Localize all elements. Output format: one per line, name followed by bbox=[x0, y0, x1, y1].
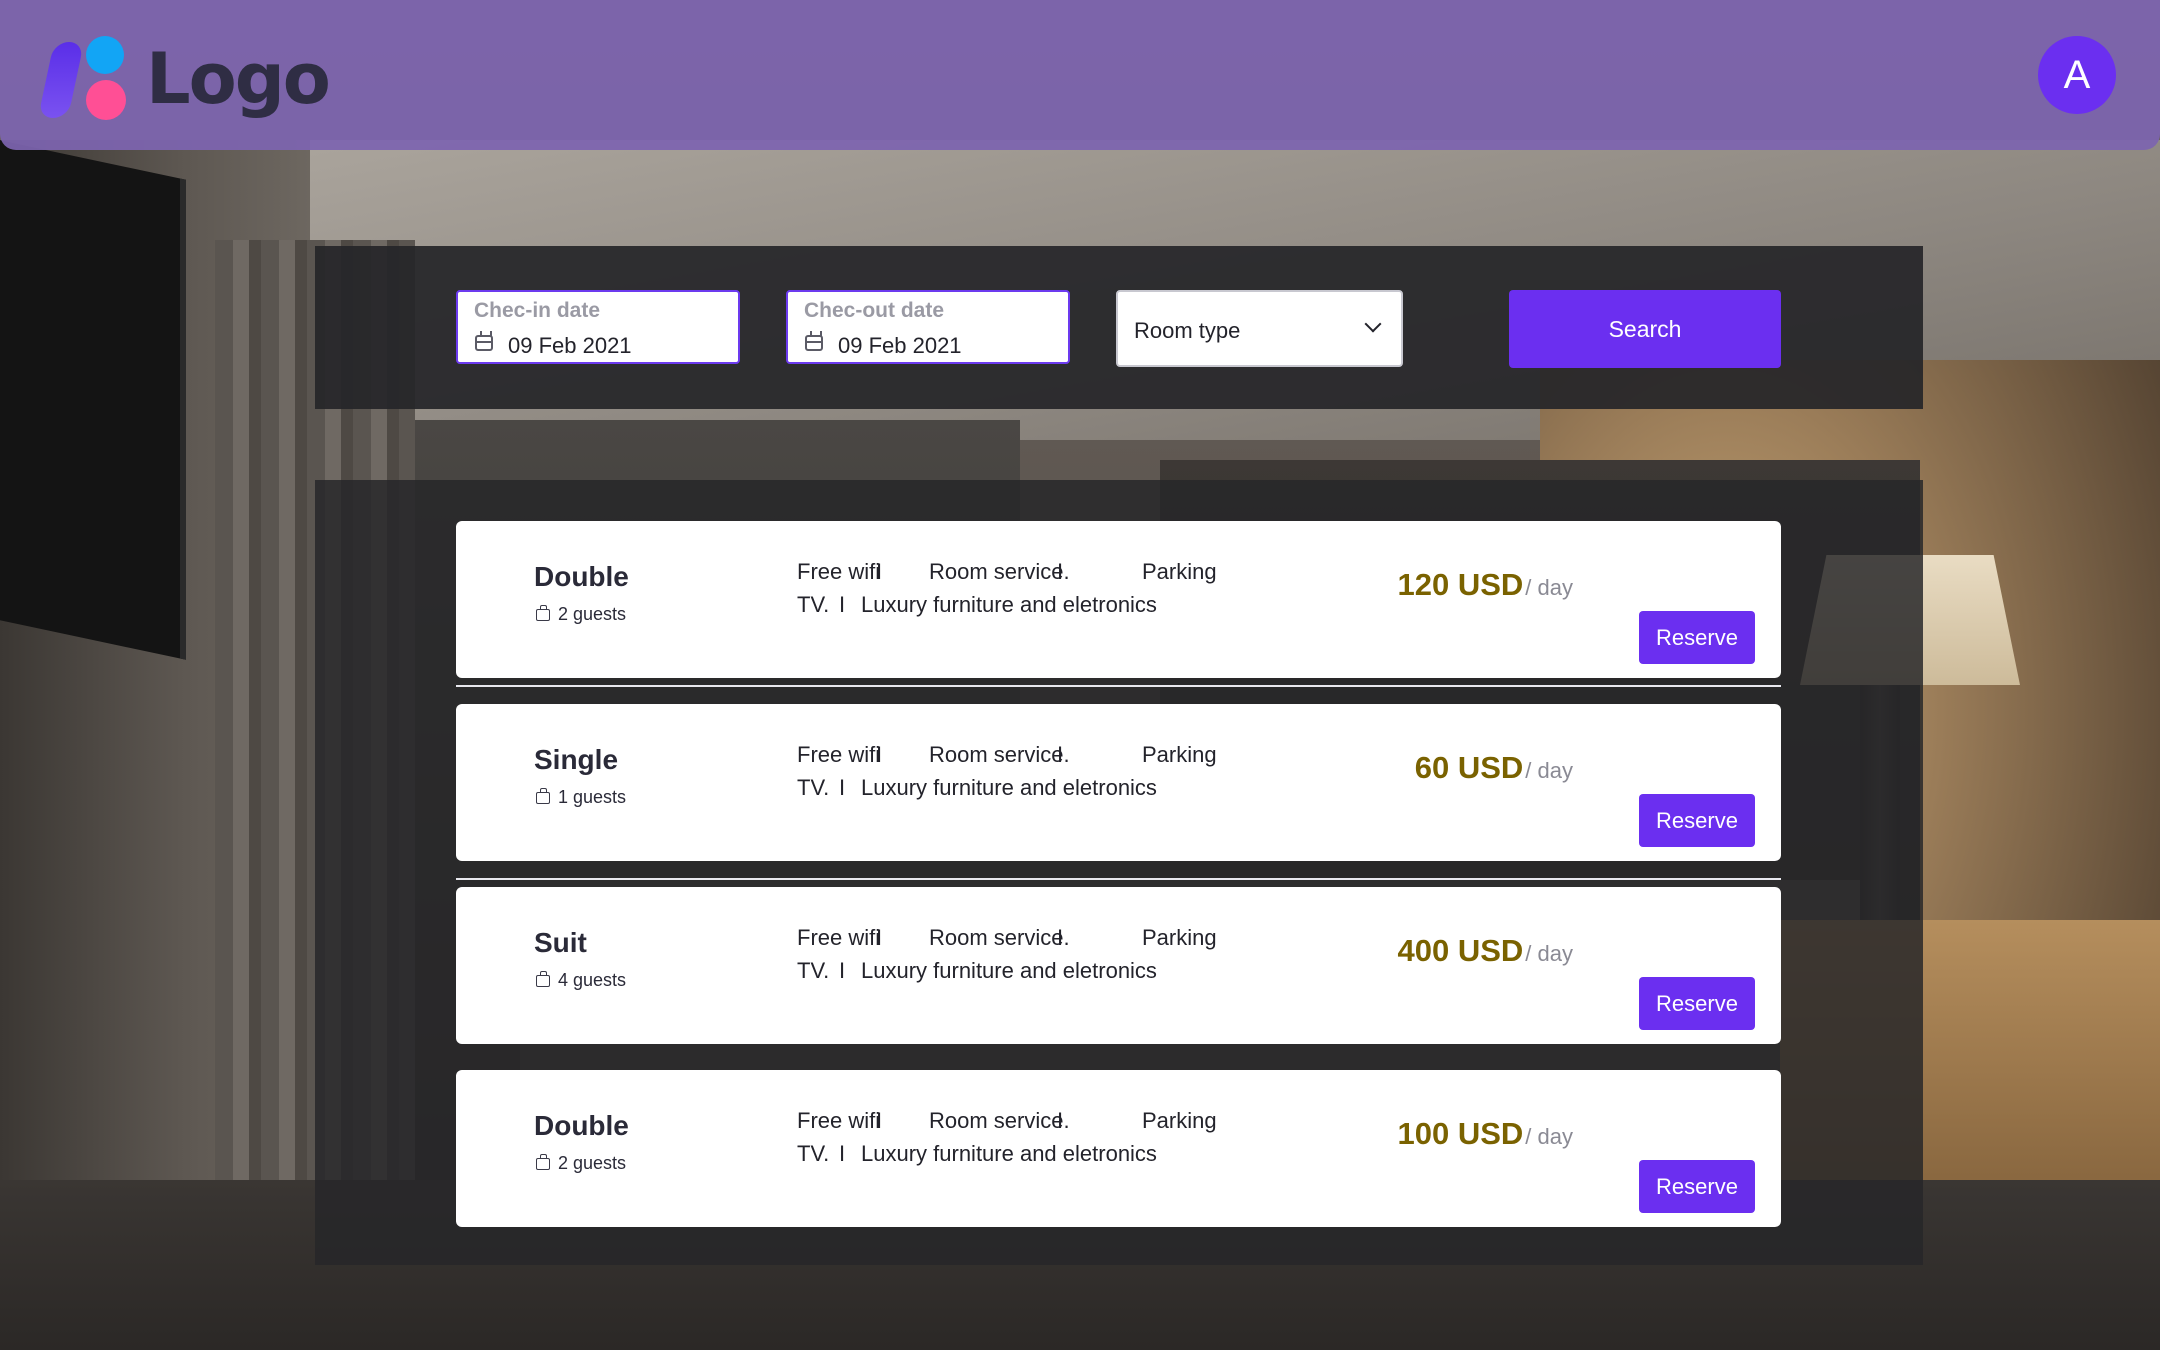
reserve-button[interactable]: Reserve bbox=[1639, 611, 1755, 664]
price: 120 USD / day bbox=[1398, 567, 1574, 603]
checkin-date-field[interactable]: Chec-in date 09 Feb 2021 bbox=[456, 290, 740, 364]
feature-wifi: Free wifi bbox=[797, 925, 881, 950]
feature-room-service: Room service. bbox=[929, 742, 1070, 767]
feature-furniture: Luxury furniture and eletronics bbox=[861, 775, 1157, 800]
results-panel: Double 2 guests Free wifi I Room service… bbox=[315, 480, 1923, 1265]
feature-parking: Parking bbox=[1142, 559, 1217, 584]
reserve-button[interactable]: Reserve bbox=[1639, 1160, 1755, 1213]
room-type-value: Room type bbox=[1134, 318, 1241, 343]
price-amount: 100 USD bbox=[1397, 1116, 1524, 1151]
feature-separator: I bbox=[876, 925, 883, 950]
search-panel: Chec-in date 09 Feb 2021 Chec-out date 0… bbox=[315, 246, 1923, 409]
checkout-date-field[interactable]: Chec-out date 09 Feb 2021 bbox=[786, 290, 1070, 364]
feature-separator: I bbox=[1057, 559, 1064, 584]
logo-text: Logo bbox=[146, 38, 331, 120]
divider bbox=[456, 685, 1781, 687]
guests-info: 4 guests bbox=[536, 970, 626, 991]
reserve-button[interactable]: Reserve bbox=[1639, 794, 1755, 847]
feature-separator: I bbox=[876, 1108, 883, 1133]
guests-info: 2 guests bbox=[536, 604, 626, 625]
price-unit: / day bbox=[1525, 575, 1573, 600]
room-card: Double 2 guests Free wifi I Room service… bbox=[456, 1070, 1781, 1227]
divider bbox=[456, 878, 1781, 880]
checkin-value: 09 Feb 2021 bbox=[508, 333, 632, 358]
checkout-value: 09 Feb 2021 bbox=[838, 333, 962, 358]
price: 400 USD / day bbox=[1398, 933, 1574, 969]
feature-room-service: Room service. bbox=[929, 559, 1070, 584]
feature-parking: Parking bbox=[1142, 1108, 1217, 1133]
luggage-icon bbox=[536, 604, 550, 621]
price-amount: 60 USD bbox=[1414, 750, 1524, 785]
price-amount: 400 USD bbox=[1397, 933, 1524, 968]
calendar-icon bbox=[805, 331, 823, 351]
room-type-select[interactable]: Room type bbox=[1116, 290, 1403, 367]
luggage-icon bbox=[536, 1153, 550, 1170]
feature-separator: I bbox=[1057, 742, 1064, 767]
feature-parking: Parking bbox=[1142, 925, 1217, 950]
checkin-label: Chec-in date bbox=[474, 299, 601, 322]
feature-tv: TV. bbox=[797, 958, 830, 983]
user-avatar[interactable]: A bbox=[2038, 36, 2116, 114]
guests-count: 2 guests bbox=[558, 1153, 627, 1173]
room-card: Double 2 guests Free wifi I Room service… bbox=[456, 521, 1781, 678]
checkout-label: Chec-out date bbox=[804, 299, 945, 322]
search-button[interactable]: Search bbox=[1509, 290, 1781, 368]
feature-parking: Parking bbox=[1142, 742, 1217, 767]
price-amount: 120 USD bbox=[1397, 567, 1524, 602]
feature-separator: I bbox=[839, 592, 846, 617]
feature-room-service: Room service. bbox=[929, 925, 1070, 950]
feature-tv: TV. bbox=[797, 775, 830, 800]
price-unit: / day bbox=[1525, 758, 1573, 783]
feature-separator: I bbox=[839, 958, 846, 983]
luggage-icon bbox=[536, 970, 550, 987]
feature-wifi: Free wifi bbox=[797, 559, 881, 584]
room-name: Double bbox=[534, 561, 629, 592]
logo[interactable]: Logo bbox=[37, 36, 331, 122]
room-name: Single bbox=[534, 744, 619, 775]
feature-separator: I bbox=[1057, 925, 1064, 950]
guests-info: 1 guests bbox=[536, 787, 626, 808]
logo-mark-icon bbox=[37, 36, 132, 122]
calendar-icon bbox=[475, 331, 493, 351]
feature-separator: I bbox=[876, 742, 883, 767]
feature-furniture: Luxury furniture and eletronics bbox=[861, 592, 1157, 617]
room-name: Double bbox=[534, 1110, 629, 1141]
feature-wifi: Free wifi bbox=[797, 1108, 881, 1133]
feature-separator: I bbox=[1057, 1108, 1064, 1133]
reserve-button[interactable]: Reserve bbox=[1639, 977, 1755, 1030]
top-header: Logo A bbox=[0, 0, 2160, 150]
feature-room-service: Room service. bbox=[929, 1108, 1070, 1133]
room-card: Suit 4 guests Free wifi I Room service. … bbox=[456, 887, 1781, 1044]
feature-tv: TV. bbox=[797, 1141, 830, 1166]
feature-furniture: Luxury furniture and eletronics bbox=[861, 958, 1157, 983]
feature-wifi: Free wifi bbox=[797, 742, 881, 767]
price: 60 USD / day bbox=[1415, 750, 1573, 786]
room-name: Suit bbox=[534, 927, 587, 958]
chevron-down-icon bbox=[1364, 315, 1382, 333]
guests-count: 2 guests bbox=[558, 604, 627, 624]
price-unit: / day bbox=[1525, 941, 1573, 966]
feature-furniture: Luxury furniture and eletronics bbox=[861, 1141, 1157, 1166]
price: 100 USD / day bbox=[1398, 1116, 1574, 1152]
room-card: Single 1 guests Free wifi I Room service… bbox=[456, 704, 1781, 861]
guests-count: 1 guests bbox=[558, 787, 627, 807]
feature-separator: I bbox=[876, 559, 883, 584]
feature-separator: I bbox=[839, 1141, 846, 1166]
guests-info: 2 guests bbox=[536, 1153, 626, 1174]
guests-count: 4 guests bbox=[558, 970, 627, 990]
luggage-icon bbox=[536, 787, 550, 804]
feature-separator: I bbox=[839, 775, 846, 800]
feature-tv: TV. bbox=[797, 592, 830, 617]
price-unit: / day bbox=[1525, 1124, 1573, 1149]
